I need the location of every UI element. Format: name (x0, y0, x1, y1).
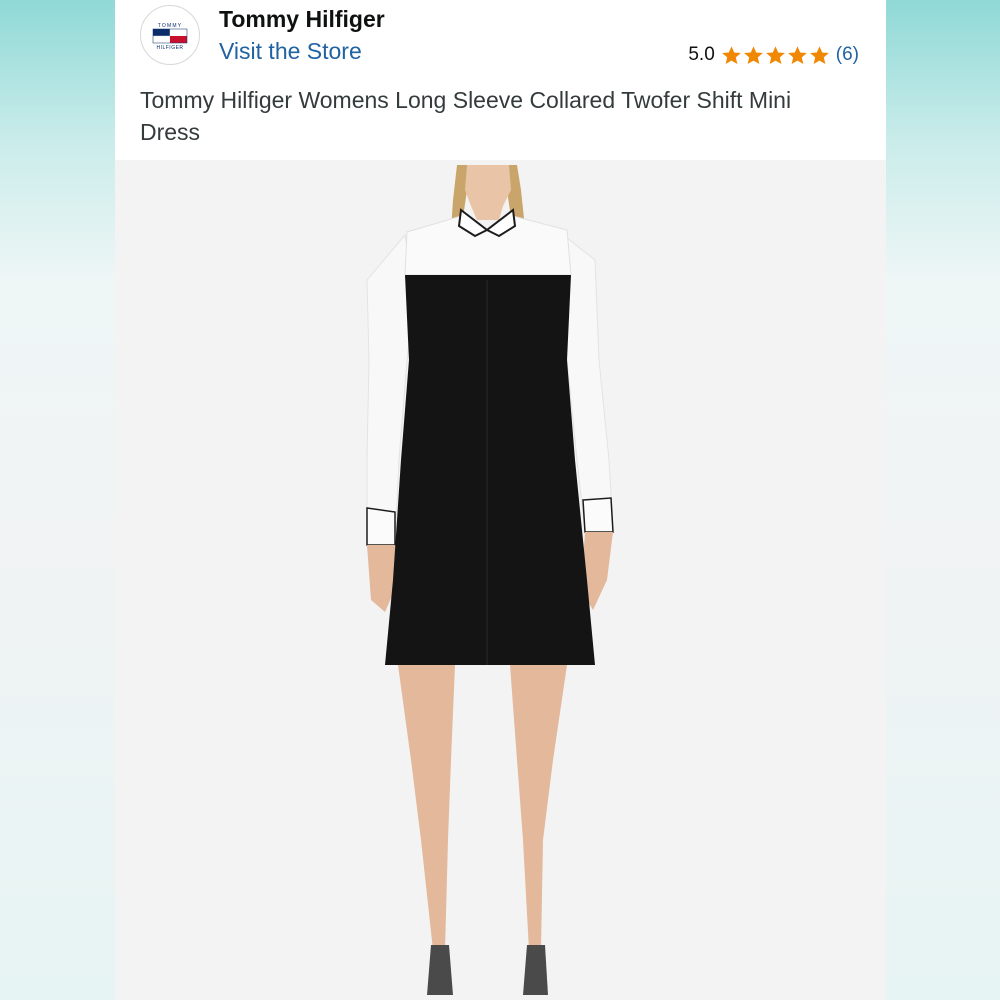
star-icon (721, 45, 741, 64)
svg-text:TOMMY: TOMMY (158, 23, 183, 29)
visit-store-link[interactable]: Visit the Store (219, 38, 362, 65)
star-rating (721, 45, 830, 66)
dress-photo (115, 160, 886, 1000)
star-icon (743, 45, 763, 64)
brand-name: Tommy Hilfiger (219, 6, 385, 32)
star-icon (787, 45, 807, 64)
rating-summary[interactable]: 5.0 (6) (688, 42, 859, 68)
rating-value: 5.0 (688, 44, 715, 65)
tommy-hilfiger-logo-icon: TOMMY HILFIGER (152, 23, 188, 51)
rating-count-link[interactable]: (6) (836, 44, 859, 66)
product-header: TOMMY HILFIGER Tommy Hilfiger Visit the … (115, 0, 886, 160)
brand-logo[interactable]: TOMMY HILFIGER (140, 5, 200, 65)
product-card: TOMMY HILFIGER Tommy Hilfiger Visit the … (115, 0, 886, 1000)
star-icon (765, 45, 785, 64)
star-icon (809, 45, 829, 64)
product-title: Tommy Hilfiger Womens Long Sleeve Collar… (140, 87, 792, 145)
product-image[interactable] (115, 160, 886, 1000)
svg-text:HILFIGER: HILFIGER (156, 45, 183, 51)
